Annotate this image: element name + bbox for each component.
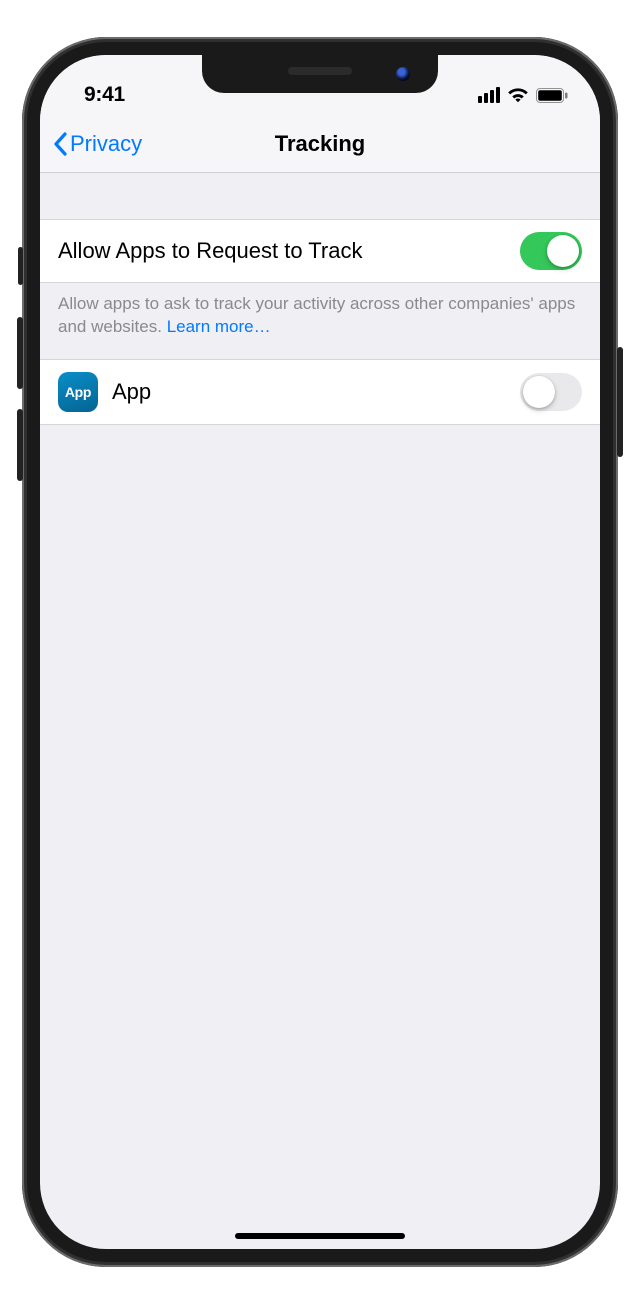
cellular-icon: [478, 87, 500, 103]
status-icons: [478, 87, 568, 103]
chevron-left-icon: [52, 132, 68, 156]
navigation-bar: Privacy Tracking: [40, 115, 600, 173]
section-spacer: [40, 173, 600, 219]
app-name-label: App: [112, 379, 506, 405]
mute-switch: [18, 247, 23, 285]
row-allow-tracking: Allow Apps to Request to Track: [40, 219, 600, 283]
app-icon: App: [58, 372, 98, 412]
notch: [202, 55, 438, 93]
volume-up-button: [17, 317, 23, 389]
home-indicator[interactable]: [235, 1233, 405, 1239]
toggle-allow-tracking[interactable]: [520, 232, 582, 270]
section-footer: Allow apps to ask to track your activity…: [40, 283, 600, 359]
page-title: Tracking: [275, 131, 365, 157]
volume-down-button: [17, 409, 23, 481]
footer-text: Allow apps to ask to track your activity…: [58, 294, 575, 336]
app-row: App App: [40, 359, 600, 425]
row-allow-tracking-label: Allow Apps to Request to Track: [58, 238, 506, 264]
apps-list: App App: [40, 359, 600, 425]
toggle-app-tracking[interactable]: [520, 373, 582, 411]
status-time: 9:41: [84, 83, 125, 107]
back-button[interactable]: Privacy: [52, 115, 142, 172]
phone-frame: 9:41 Privacy Tracking Allow Apps to Requ…: [22, 37, 618, 1267]
speaker-grille: [288, 67, 352, 75]
learn-more-link[interactable]: Learn more…: [167, 317, 271, 336]
front-camera: [396, 67, 410, 81]
screen: 9:41 Privacy Tracking Allow Apps to Requ…: [40, 55, 600, 1249]
wifi-icon: [507, 87, 529, 103]
power-button: [617, 347, 623, 457]
back-label: Privacy: [70, 131, 142, 157]
battery-icon: [536, 88, 568, 103]
